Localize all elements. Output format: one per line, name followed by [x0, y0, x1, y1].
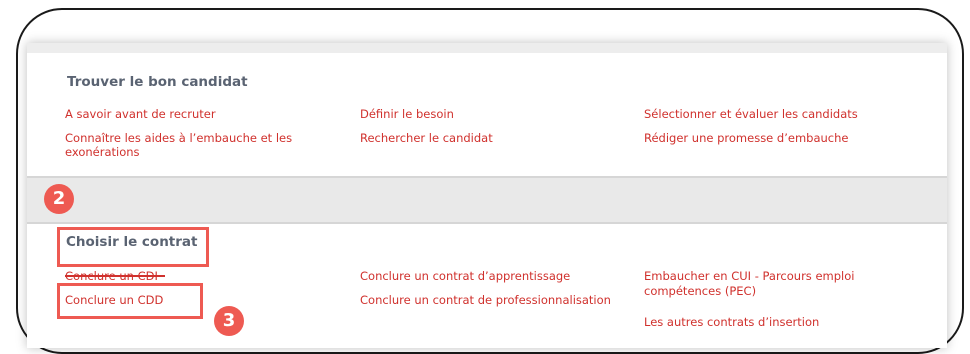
- strike-line: [65, 275, 165, 277]
- divider: [27, 222, 947, 224]
- highlight-box-cdd: [57, 283, 203, 319]
- top-bar: [27, 43, 947, 53]
- link-definir-besoin[interactable]: Définir le besoin: [360, 107, 454, 121]
- gray-band: [27, 178, 947, 222]
- step-badge-2: 2: [44, 184, 74, 214]
- highlight-box-choisir: [57, 227, 209, 267]
- link-cui-pec[interactable]: Embaucher en CUI - Parcours emploi: [644, 269, 854, 283]
- link-contrat-professionnalisation[interactable]: Conclure un contrat de professionnalisat…: [360, 293, 611, 307]
- content-page: Trouver le bon candidat A savoir avant d…: [27, 43, 947, 348]
- link-rechercher-candidat[interactable]: Rechercher le candidat: [360, 131, 493, 145]
- link-aides-embauche-line2[interactable]: exonérations: [65, 145, 140, 159]
- link-autres-contrats-insertion[interactable]: Les autres contrats d’insertion: [644, 315, 819, 329]
- link-a-savoir[interactable]: A savoir avant de recruter: [65, 107, 216, 121]
- link-aides-embauche[interactable]: Connaître les aides à l’embauche et les: [65, 131, 292, 145]
- step-badge-3: 3: [214, 306, 244, 336]
- link-promesse-embauche[interactable]: Rédiger une promesse d’embauche: [644, 131, 848, 145]
- link-cui-pec-line2[interactable]: compétences (PEC): [644, 284, 756, 298]
- link-contrat-apprentissage[interactable]: Conclure un contrat d’apprentissage: [360, 269, 570, 283]
- section-title-trouver: Trouver le bon candidat: [67, 74, 248, 90]
- link-selectionner-candidats[interactable]: Sélectionner et évaluer les candidats: [644, 107, 858, 121]
